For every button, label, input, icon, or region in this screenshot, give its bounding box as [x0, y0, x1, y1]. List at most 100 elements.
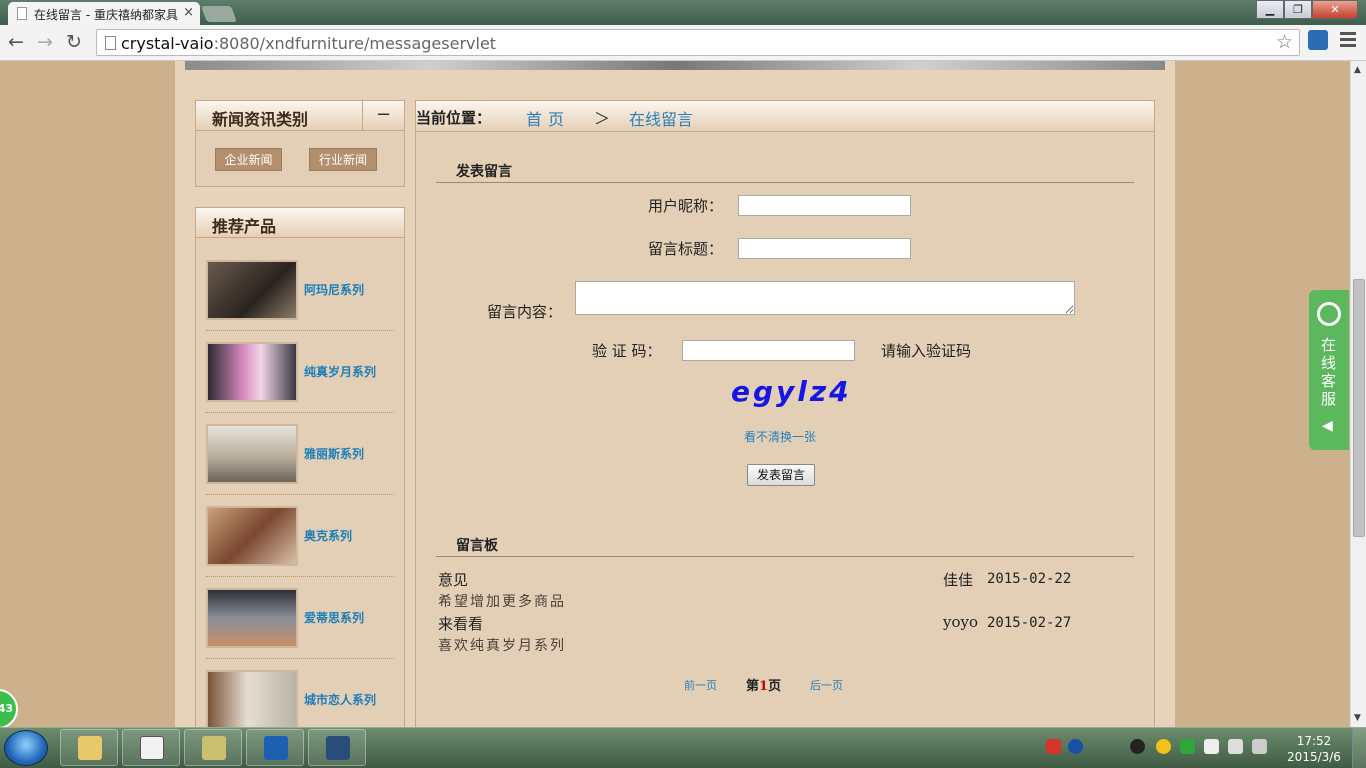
chat-bubble-icon: [1317, 302, 1341, 326]
message-title: 意见: [438, 571, 469, 589]
usb-icon[interactable]: [1204, 739, 1219, 754]
bookmark-star-icon[interactable]: ☆: [1276, 31, 1293, 53]
browser-toolbar: ← → ↻ crystal-vaio:8080/xndfurniture/mes…: [0, 25, 1366, 61]
page-icon: [17, 7, 27, 20]
wps-icon: [264, 736, 288, 760]
message-date: 2015-02-27: [987, 615, 1072, 631]
scroll-down-icon[interactable]: ▼: [1354, 713, 1361, 723]
help-icon[interactable]: [1068, 739, 1083, 754]
captcha-image[interactable]: egylz4: [731, 375, 852, 408]
close-button[interactable]: ✕: [1312, 0, 1358, 19]
update-icon[interactable]: [1180, 739, 1195, 754]
volume-icon[interactable]: [1252, 739, 1267, 754]
product-thumbnail[interactable]: [206, 670, 298, 727]
product-name[interactable]: 雅丽斯系列: [304, 445, 364, 462]
tab-close-icon[interactable]: ×: [183, 5, 194, 20]
category-company-news[interactable]: 企业新闻: [215, 148, 282, 171]
window-icon: [140, 736, 164, 760]
product-thumbnail[interactable]: [206, 424, 298, 484]
captcha-label: 验 证 码：: [592, 342, 662, 360]
new-tab-button[interactable]: [201, 6, 237, 22]
product-thumbnail[interactable]: [206, 342, 298, 402]
forward-icon[interactable]: →: [37, 31, 53, 53]
category-industry-news[interactable]: 行业新闻: [309, 148, 377, 171]
page-scrollbar[interactable]: ▲ ▼: [1350, 61, 1366, 727]
scrollbar-thumb[interactable]: [1353, 279, 1365, 537]
arrow-left-icon[interactable]: ◀: [1322, 418, 1333, 434]
extension-icon[interactable]: [1308, 30, 1328, 50]
taskbar-app-window[interactable]: [122, 729, 180, 766]
product-item[interactable]: 爱蒂思系列: [206, 577, 394, 659]
captcha-hint: 请输入验证码: [881, 342, 972, 360]
url-text: crystal-vaio:8080/xndfurniture/messagese…: [121, 34, 496, 53]
submit-button[interactable]: 发表留言: [747, 464, 815, 486]
browser-tab[interactable]: 在线留言 - 重庆禧纳都家具 ×: [8, 2, 200, 25]
minimize-button[interactable]: ▁: [1256, 0, 1284, 19]
current-page-suffix: 页: [768, 679, 782, 694]
network-icon[interactable]: [1228, 739, 1243, 754]
refresh-captcha-link[interactable]: 看不清换一张: [744, 428, 816, 445]
product-item[interactable]: 奥克系列: [206, 495, 394, 577]
product-name[interactable]: 阿玛尼系列: [304, 281, 364, 298]
tools-icon: [202, 736, 226, 760]
taskbar-wps[interactable]: [246, 729, 304, 766]
breadcrumb: 当前位置： 首页 ＞ 在线留言: [416, 101, 1154, 132]
product-item[interactable]: 雅丽斯系列: [206, 413, 394, 495]
product-thumbnail[interactable]: [206, 506, 298, 566]
product-name[interactable]: 奥克系列: [304, 527, 352, 544]
next-page-link[interactable]: 后一页: [810, 677, 843, 693]
scroll-up-icon[interactable]: ▲: [1354, 65, 1361, 75]
clock-date: 2015/3/6: [1287, 750, 1341, 764]
online-service-label: 在线客服: [1321, 336, 1337, 408]
product-name[interactable]: 纯真岁月系列: [304, 363, 376, 380]
collapse-button[interactable]: −: [362, 101, 404, 130]
news-category-panel: 新闻资讯类别 − 企业新闻 行业新闻: [195, 100, 405, 187]
content-textarea[interactable]: [575, 281, 1075, 315]
main-content: 当前位置： 首页 ＞ 在线留言 发表留言 用户昵称： 留言标题： 留言内容： 验…: [415, 100, 1155, 727]
message-body: 希望增加更多商品: [438, 594, 566, 610]
floating-counter-badge[interactable]: 43: [0, 689, 18, 727]
show-desktop-button[interactable]: [1352, 728, 1366, 768]
recommended-products-panel: 推荐产品 阿玛尼系列 纯真岁月系列 雅丽斯系列 奥克系列 爱蒂思系列 城市恋人系…: [195, 207, 405, 727]
message-user: yoyo: [943, 613, 979, 631]
system-tray: [1040, 728, 1280, 768]
reload-icon[interactable]: ↻: [66, 31, 82, 53]
input-method-icon[interactable]: [1046, 739, 1061, 754]
title-label: 留言标题：: [648, 240, 724, 258]
url-host: crystal-vaio: [121, 34, 214, 53]
product-item[interactable]: 阿玛尼系列: [206, 249, 394, 331]
product-item[interactable]: 纯真岁月系列: [206, 331, 394, 413]
title-input[interactable]: [738, 238, 911, 259]
start-button[interactable]: [4, 730, 48, 766]
clock[interactable]: 17:52 2015/3/6: [1286, 733, 1342, 765]
nickname-input[interactable]: [738, 195, 911, 216]
address-bar[interactable]: crystal-vaio:8080/xndfurniture/messagese…: [96, 29, 1300, 56]
breadcrumb-current[interactable]: 在线留言: [629, 106, 693, 130]
product-thumbnail[interactable]: [206, 588, 298, 648]
url-path: :8080/xndfurniture/messageservlet: [213, 34, 497, 53]
maximize-button[interactable]: ❐: [1284, 0, 1312, 19]
breadcrumb-home-link[interactable]: 首页: [526, 106, 570, 130]
menu-icon[interactable]: [1340, 32, 1356, 50]
product-item[interactable]: 城市恋人系列: [206, 659, 394, 727]
clock-time: 17:52: [1296, 734, 1332, 748]
tab-title: 在线留言 - 重庆禧纳都家具: [34, 8, 178, 22]
product-name[interactable]: 城市恋人系列: [304, 691, 376, 708]
prev-page-link[interactable]: 前一页: [684, 677, 717, 693]
breadcrumb-separator: ＞: [594, 109, 611, 128]
captcha-input[interactable]: [682, 340, 855, 361]
product-thumbnail[interactable]: [206, 260, 298, 320]
product-name[interactable]: 爱蒂思系列: [304, 609, 364, 626]
online-service-tab[interactable]: 在线客服 ◀: [1309, 290, 1349, 450]
taskbar-app[interactable]: [308, 729, 366, 766]
taskbar-tools[interactable]: [184, 729, 242, 766]
browser-tab-strip: 在线留言 - 重庆禧纳都家具 × ▁ ❐ ✕: [0, 0, 1366, 25]
recommended-products-header: 推荐产品: [196, 208, 404, 238]
current-page-indicator: 第1页: [746, 675, 781, 694]
news-category-title: 新闻资讯类别: [212, 110, 309, 129]
post-message-header: 发表留言: [436, 159, 1134, 183]
back-icon[interactable]: ←: [8, 31, 24, 53]
taskbar-explorer[interactable]: [60, 729, 118, 766]
qq-icon[interactable]: [1130, 739, 1145, 754]
security-icon[interactable]: [1156, 739, 1171, 754]
